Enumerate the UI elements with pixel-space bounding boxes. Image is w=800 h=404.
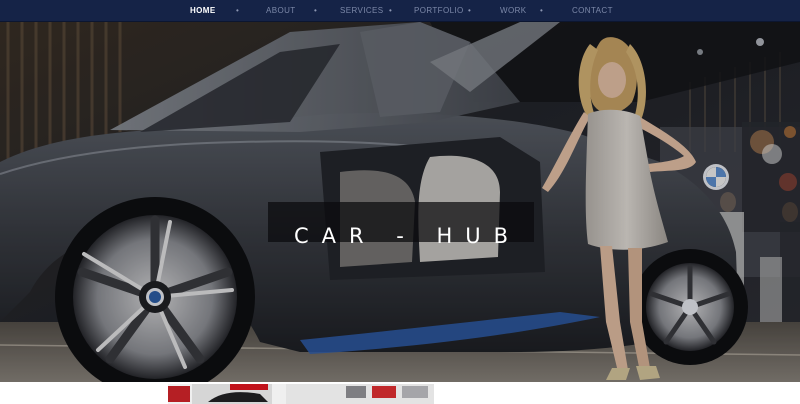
nav-item-portfolio[interactable]: PORTFOLIO [414,0,464,22]
nav-separator: • [540,6,543,15]
car-gallery-thumbnail [168,384,434,404]
nav-separator: • [314,6,317,15]
nav-menu: HOME • ABOUT • SERVICES • PORTFOLIO • WO… [0,0,800,22]
top-navigation-bar: HOME • ABOUT • SERVICES • PORTFOLIO • WO… [0,0,800,22]
hero-title-box: CAR - HUB [268,202,534,248]
nav-separator: • [389,6,392,15]
nav-item-contact[interactable]: CONTACT [572,0,613,22]
hero-title: CAR - HUB [293,224,522,249]
hero-banner: CAR - HUB [0,22,800,382]
nav-item-work[interactable]: WORK [500,0,527,22]
nav-item-home[interactable]: HOME [190,0,216,22]
nav-separator: • [236,6,239,15]
nav-separator: • [468,6,471,15]
content-section [0,382,800,404]
nav-item-services[interactable]: SERVICES [340,0,384,22]
nav-item-about[interactable]: ABOUT [266,0,296,22]
